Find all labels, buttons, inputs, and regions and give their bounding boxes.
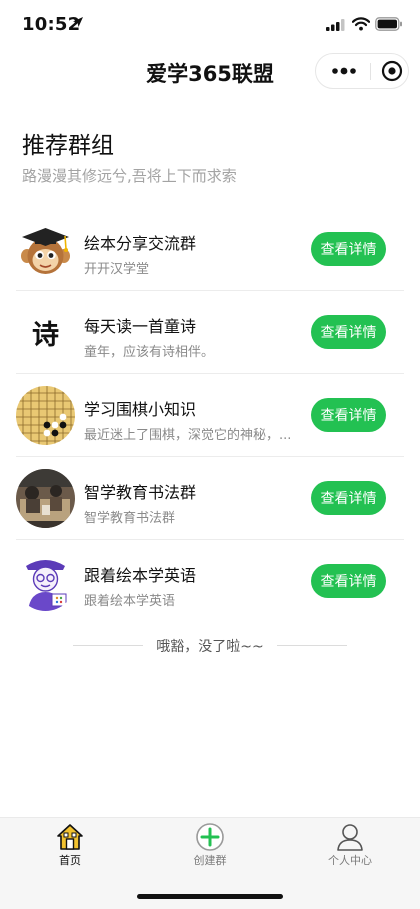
group-desc: 跟着绘本学英语 (84, 594, 176, 609)
close-miniprogram-icon[interactable] (377, 54, 407, 88)
group-desc: 智学教育书法群 (84, 511, 176, 526)
view-details-button[interactable]: 查看详情 (311, 315, 386, 349)
monkey-avatar-icon (16, 220, 75, 279)
end-of-list: 哦豁，没了啦~~ (0, 635, 420, 655)
user-icon (337, 824, 363, 851)
view-details-button[interactable]: 查看详情 (311, 564, 386, 598)
view-details-button[interactable]: 查看详情 (311, 232, 386, 266)
group-desc: 最近迷上了围棋，深觉它的神秘，... (84, 428, 292, 443)
capsule-menu (315, 53, 409, 89)
group-list: 绘本分享交流群 开开汉学堂 查看详情 诗 每天读一首童诗 童年，应该有诗相伴。 … (0, 208, 420, 623)
group-desc: 童年，应该有诗相伴。 (84, 345, 215, 360)
group-desc: 开开汉学堂 (84, 262, 150, 277)
section-subtitle: 路漫漫其修远兮,吾将上下而求索 (22, 167, 237, 185)
add-circle-icon (196, 823, 224, 851)
group-name: 跟着绘本学英语 (84, 566, 197, 585)
tab-label: 首页 (59, 854, 81, 867)
view-details-button[interactable]: 查看详情 (311, 398, 386, 432)
group-name: 智学教育书法群 (84, 483, 197, 502)
poem-char: 诗 (32, 320, 59, 351)
teacher-avatar-icon (16, 552, 75, 611)
tab-profile[interactable]: 个人中心 (280, 818, 420, 874)
view-details-button[interactable]: 查看详情 (311, 481, 386, 515)
end-rule-right (277, 645, 347, 646)
group-name: 学习围棋小知识 (84, 400, 197, 419)
group-item[interactable]: 诗 每天读一首童诗 童年，应该有诗相伴。 查看详情 (16, 291, 404, 374)
more-icon[interactable] (326, 54, 362, 88)
group-name: 每天读一首童诗 (84, 317, 197, 336)
calligraphy-avatar-icon (16, 469, 75, 528)
section-title: 推荐群组 (22, 133, 114, 159)
home-indicator (137, 894, 283, 899)
group-item[interactable]: 绘本分享交流群 开开汉学堂 查看详情 (16, 208, 404, 291)
tab-label: 个人中心 (328, 854, 372, 867)
tab-create-group[interactable]: 创建群 (140, 818, 280, 874)
tab-label: 创建群 (193, 854, 227, 867)
wifi-icon (352, 17, 370, 31)
group-name: 绘本分享交流群 (84, 234, 197, 253)
go-board-avatar-icon (16, 386, 75, 445)
capsule-divider (370, 63, 371, 80)
end-text: 哦豁，没了啦~~ (156, 639, 264, 655)
poem-avatar-icon: 诗 (16, 303, 75, 362)
signal-icon (326, 19, 345, 31)
location-arrow-icon (73, 17, 83, 27)
home-icon (57, 824, 83, 850)
battery-icon (375, 17, 402, 31)
tab-home[interactable]: 首页 (0, 818, 140, 874)
group-item[interactable]: 学习围棋小知识 最近迷上了围棋，深觉它的神秘，... 查看详情 (16, 374, 404, 457)
group-item[interactable]: 智学教育书法群 智学教育书法群 查看详情 (16, 457, 404, 540)
group-item[interactable]: 跟着绘本学英语 跟着绘本学英语 查看详情 (16, 540, 404, 623)
status-bar: 10:52 (0, 0, 420, 48)
